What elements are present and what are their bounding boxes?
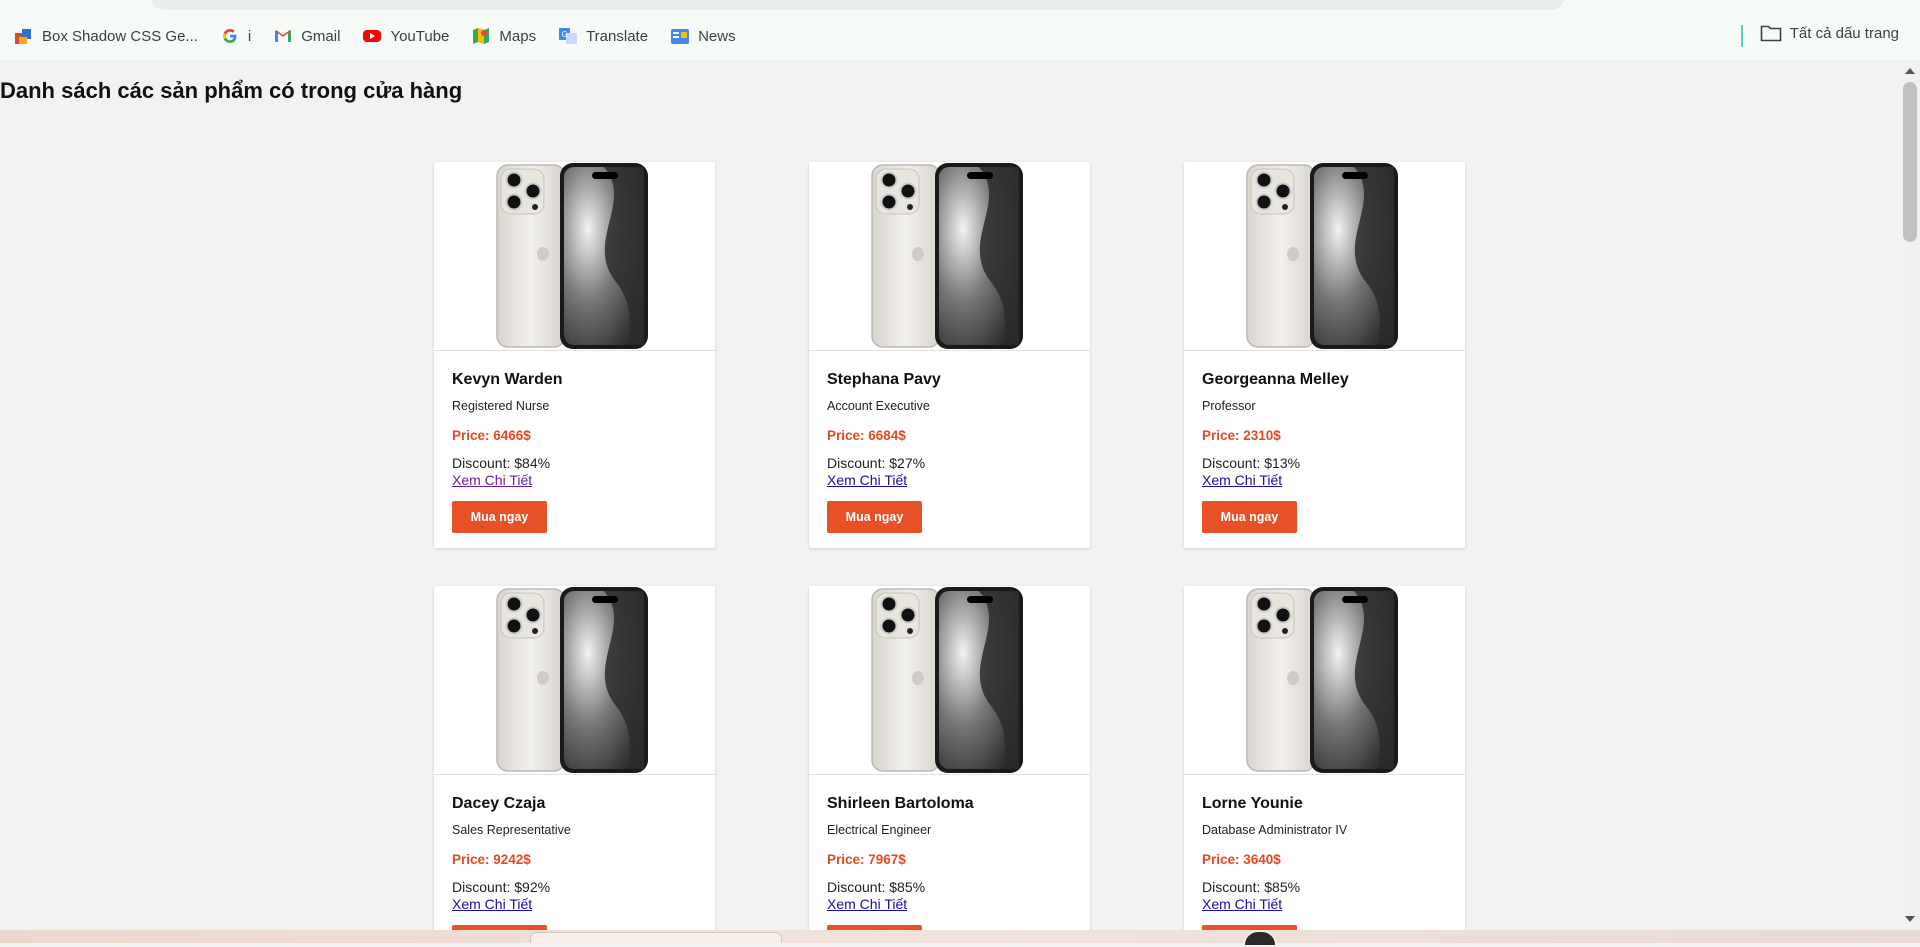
product-job: Electrical Engineer: [827, 823, 932, 837]
svg-text:G: G: [562, 30, 568, 39]
product-name: Lorne Younie: [1202, 795, 1303, 812]
page-content: Danh sách các sản phẩm có trong cửa hàng: [0, 60, 1900, 930]
youtube-icon: [362, 26, 382, 46]
detail-link[interactable]: Xem Chi Tiết: [1202, 472, 1447, 489]
phone-image-icon: [1246, 587, 1398, 773]
scroll-up-arrow-icon[interactable]: [1905, 68, 1915, 74]
taskbar-search: [530, 932, 782, 943]
phone-image-icon: [871, 587, 1023, 773]
scroll-thumb[interactable]: [1903, 82, 1917, 242]
bookmark-news[interactable]: News: [670, 26, 736, 46]
product-price: Price: 7967$: [827, 852, 906, 867]
product-image[interactable]: [1184, 586, 1465, 775]
gmail-icon: [273, 26, 293, 46]
product-image[interactable]: [809, 586, 1090, 775]
bookmark-label: News: [698, 27, 736, 45]
bookmark-box-shadow[interactable]: Box Shadow CSS Ge...: [14, 26, 198, 46]
taskbar-avatar: [1243, 930, 1277, 947]
product-info: Lorne Younie Database Administrator IV P…: [1184, 775, 1465, 930]
product-discount: Discount: $85%: [827, 879, 926, 895]
product-name: Shirleen Bartoloma: [827, 795, 974, 812]
product-image[interactable]: [1184, 162, 1465, 351]
product-price: Price: 6684$: [827, 428, 906, 443]
product-info: Dacey Czaja Sales Representative Price: …: [434, 775, 715, 930]
product-price: Price: 9242$: [452, 852, 531, 867]
phone-image-icon: [496, 163, 648, 349]
product-card: Shirleen Bartoloma Electrical Engineer P…: [809, 586, 1090, 930]
bookmark-google[interactable]: i: [220, 26, 251, 46]
product-discount: Discount: $85%: [1202, 879, 1301, 895]
detail-link[interactable]: Xem Chi Tiết: [452, 472, 697, 489]
product-price: Price: 6466$: [452, 428, 531, 443]
product-info: Stephana Pavy Account Executive Price: 6…: [809, 351, 1090, 533]
product-discount: Discount: $84%: [452, 455, 551, 471]
product-image[interactable]: [434, 162, 715, 351]
product-job: Registered Nurse: [452, 399, 550, 413]
product-name: Stephana Pavy: [827, 371, 941, 388]
scroll-down-arrow-icon[interactable]: [1905, 916, 1915, 922]
page-title: Danh sách các sản phẩm có trong cửa hàng: [0, 78, 463, 103]
phone-image-icon: [1246, 163, 1398, 349]
phone-image-icon: [496, 587, 648, 773]
product-card: Stephana Pavy Account Executive Price: 6…: [809, 162, 1090, 548]
bookmark-label: Box Shadow CSS Ge...: [42, 27, 198, 45]
product-card: Kevyn Warden Registered Nurse Price: 646…: [434, 162, 715, 548]
buy-now-button[interactable]: Mua ngay: [1202, 501, 1297, 533]
bookmark-label: Maps: [499, 27, 537, 45]
product-job: Database Administrator IV: [1202, 823, 1348, 837]
product-info: Georgeanna Melley Professor Price: 2310$…: [1184, 351, 1465, 533]
product-image[interactable]: [809, 162, 1090, 351]
product-job: Sales Representative: [452, 823, 571, 837]
news-icon: [670, 26, 690, 46]
phone-image-icon: [871, 163, 1023, 349]
bookmark-translate[interactable]: G Translate: [558, 26, 648, 46]
maps-icon: [471, 26, 491, 46]
bookmark-list: Box Shadow CSS Ge... i Gmail YouTube Map…: [14, 24, 758, 48]
address-bar-edge: [150, 0, 1565, 10]
bookmark-label: YouTube: [390, 27, 450, 45]
detail-link[interactable]: Xem Chi Tiết: [452, 896, 697, 913]
bookmarks-divider: [1741, 25, 1743, 47]
product-price: Price: 2310$: [1202, 428, 1281, 443]
product-job: Professor: [1202, 399, 1256, 413]
product-discount: Discount: $13%: [1202, 455, 1301, 471]
detail-link[interactable]: Xem Chi Tiết: [1202, 896, 1447, 913]
translate-icon: G: [558, 26, 578, 46]
google-icon: [220, 26, 240, 46]
detail-link[interactable]: Xem Chi Tiết: [827, 472, 1072, 489]
bookmark-label: Translate: [586, 27, 649, 45]
bookmark-gmail[interactable]: Gmail: [273, 26, 340, 46]
product-card: Lorne Younie Database Administrator IV P…: [1184, 586, 1465, 930]
product-discount: Discount: $27%: [827, 455, 926, 471]
all-bookmarks-button[interactable]: Tất cả dấu trang: [1760, 24, 1899, 42]
product-name: Kevyn Warden: [452, 371, 563, 388]
product-card: Dacey Czaja Sales Representative Price: …: [434, 586, 715, 930]
box-shadow-icon: [14, 26, 34, 46]
folder-icon: [1760, 24, 1782, 42]
buy-now-button[interactable]: Mua ngay: [452, 501, 547, 533]
bookmarks-bar: Box Shadow CSS Ge... i Gmail YouTube Map…: [0, 0, 1920, 60]
bookmark-youtube[interactable]: YouTube: [362, 26, 449, 46]
bookmark-maps[interactable]: Maps: [471, 26, 536, 46]
detail-link[interactable]: Xem Chi Tiết: [827, 896, 1072, 913]
product-name: Georgeanna Melley: [1202, 371, 1349, 388]
buy-now-button[interactable]: Mua ngay: [827, 501, 922, 533]
product-card: Georgeanna Melley Professor Price: 2310$…: [1184, 162, 1465, 548]
product-discount: Discount: $92%: [452, 879, 551, 895]
taskbar-edge: [0, 930, 1920, 947]
product-info: Shirleen Bartoloma Electrical Engineer P…: [809, 775, 1090, 930]
scrollbar[interactable]: [1900, 60, 1920, 930]
product-info: Kevyn Warden Registered Nurse Price: 646…: [434, 351, 715, 533]
product-image[interactable]: [434, 586, 715, 775]
all-bookmarks-label: Tất cả dấu trang: [1789, 24, 1899, 42]
product-name: Dacey Czaja: [452, 795, 546, 812]
bookmark-label: Gmail: [301, 27, 341, 45]
product-job: Account Executive: [827, 399, 930, 413]
product-price: Price: 3640$: [1202, 852, 1281, 867]
product-grid: Kevyn Warden Registered Nurse Price: 646…: [434, 162, 1465, 930]
bookmark-label: i: [247, 27, 252, 45]
